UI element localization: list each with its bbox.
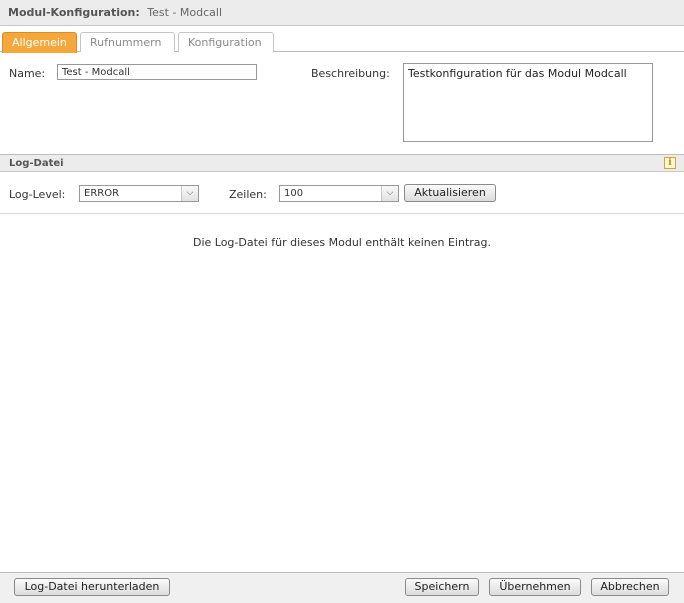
tab-allgemein[interactable]: Allgemein xyxy=(2,32,77,53)
apply-button[interactable]: Übernehmen xyxy=(489,578,581,596)
title-label: Modul-Konfiguration: xyxy=(8,6,140,19)
description-textarea[interactable]: Testkonfiguration für das Modul Modcall xyxy=(403,63,653,142)
log-section-title: Log-Datei xyxy=(9,158,64,169)
cancel-button[interactable]: Abbrechen xyxy=(591,578,669,596)
lines-select[interactable]: 100 ⌵ xyxy=(279,185,399,202)
divider xyxy=(0,213,684,214)
lines-value: 100 xyxy=(284,188,304,199)
name-label: Name: xyxy=(9,67,46,80)
description-label: Beschreibung: xyxy=(311,67,390,80)
chevron-down-icon[interactable]: ⌵ xyxy=(381,186,398,201)
name-input[interactable] xyxy=(57,64,257,80)
log-empty-message: Die Log-Datei für dieses Modul enthält k… xyxy=(192,236,492,249)
title-module-name: Test - Modcall xyxy=(147,6,223,19)
log-level-select[interactable]: ERROR ⌵ xyxy=(79,185,199,202)
download-log-button[interactable]: Log-Datei herunterladen xyxy=(14,578,170,596)
tab-bar: Allgemein Rufnummern Konfiguration xyxy=(0,26,684,53)
log-section-header: Log-Datei xyxy=(0,154,684,172)
tab-rufnummern[interactable]: Rufnummern xyxy=(80,32,175,52)
chevron-down-icon[interactable]: ⌵ xyxy=(181,186,198,201)
log-level-value: ERROR xyxy=(84,188,120,199)
log-level-label: Log-Level: xyxy=(9,188,66,201)
window-title-bar: Modul-Konfiguration: Test - Modcall xyxy=(0,0,684,26)
refresh-button[interactable]: Aktualisieren xyxy=(404,184,496,202)
save-button[interactable]: Speichern xyxy=(405,578,479,596)
tab-konfiguration[interactable]: Konfiguration xyxy=(178,32,274,52)
lines-label: Zeilen: xyxy=(229,188,267,201)
info-icon[interactable]: i xyxy=(664,157,676,169)
